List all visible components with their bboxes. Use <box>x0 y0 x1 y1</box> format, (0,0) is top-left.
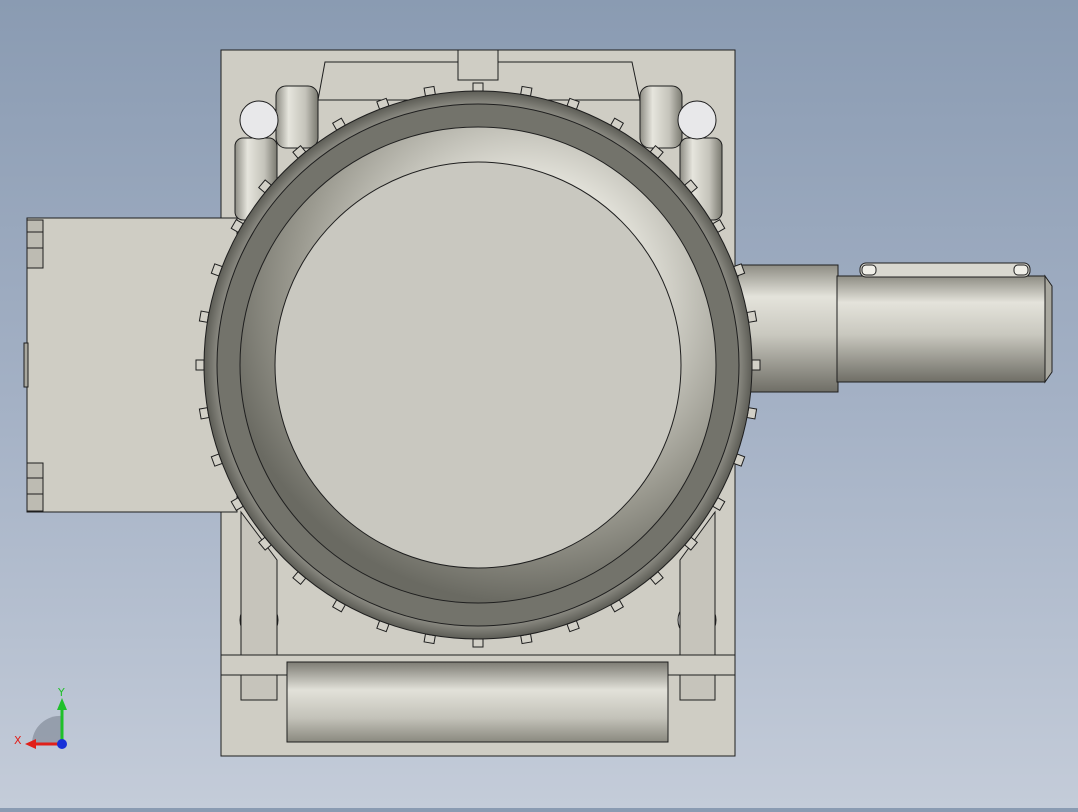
axis-triad: Y X <box>10 686 80 756</box>
bolt-tooth <box>472 638 484 648</box>
bottom-cylinder <box>286 661 669 743</box>
shaft-collar <box>737 264 839 393</box>
gearbox-model[interactable] <box>0 0 1078 808</box>
bolt-tooth <box>472 82 484 92</box>
mount-hole <box>677 100 717 140</box>
bolt-tooth <box>195 359 205 371</box>
shaft-key <box>859 262 1031 278</box>
mount-hole <box>239 100 279 140</box>
z-axis-dot <box>57 739 67 749</box>
3d-viewport[interactable] <box>0 0 1078 808</box>
output-shaft <box>836 275 1046 383</box>
x-axis-label: X <box>14 734 22 747</box>
y-axis-label: Y <box>57 686 65 699</box>
bolt-tooth <box>751 359 761 371</box>
cover-face <box>274 161 682 569</box>
